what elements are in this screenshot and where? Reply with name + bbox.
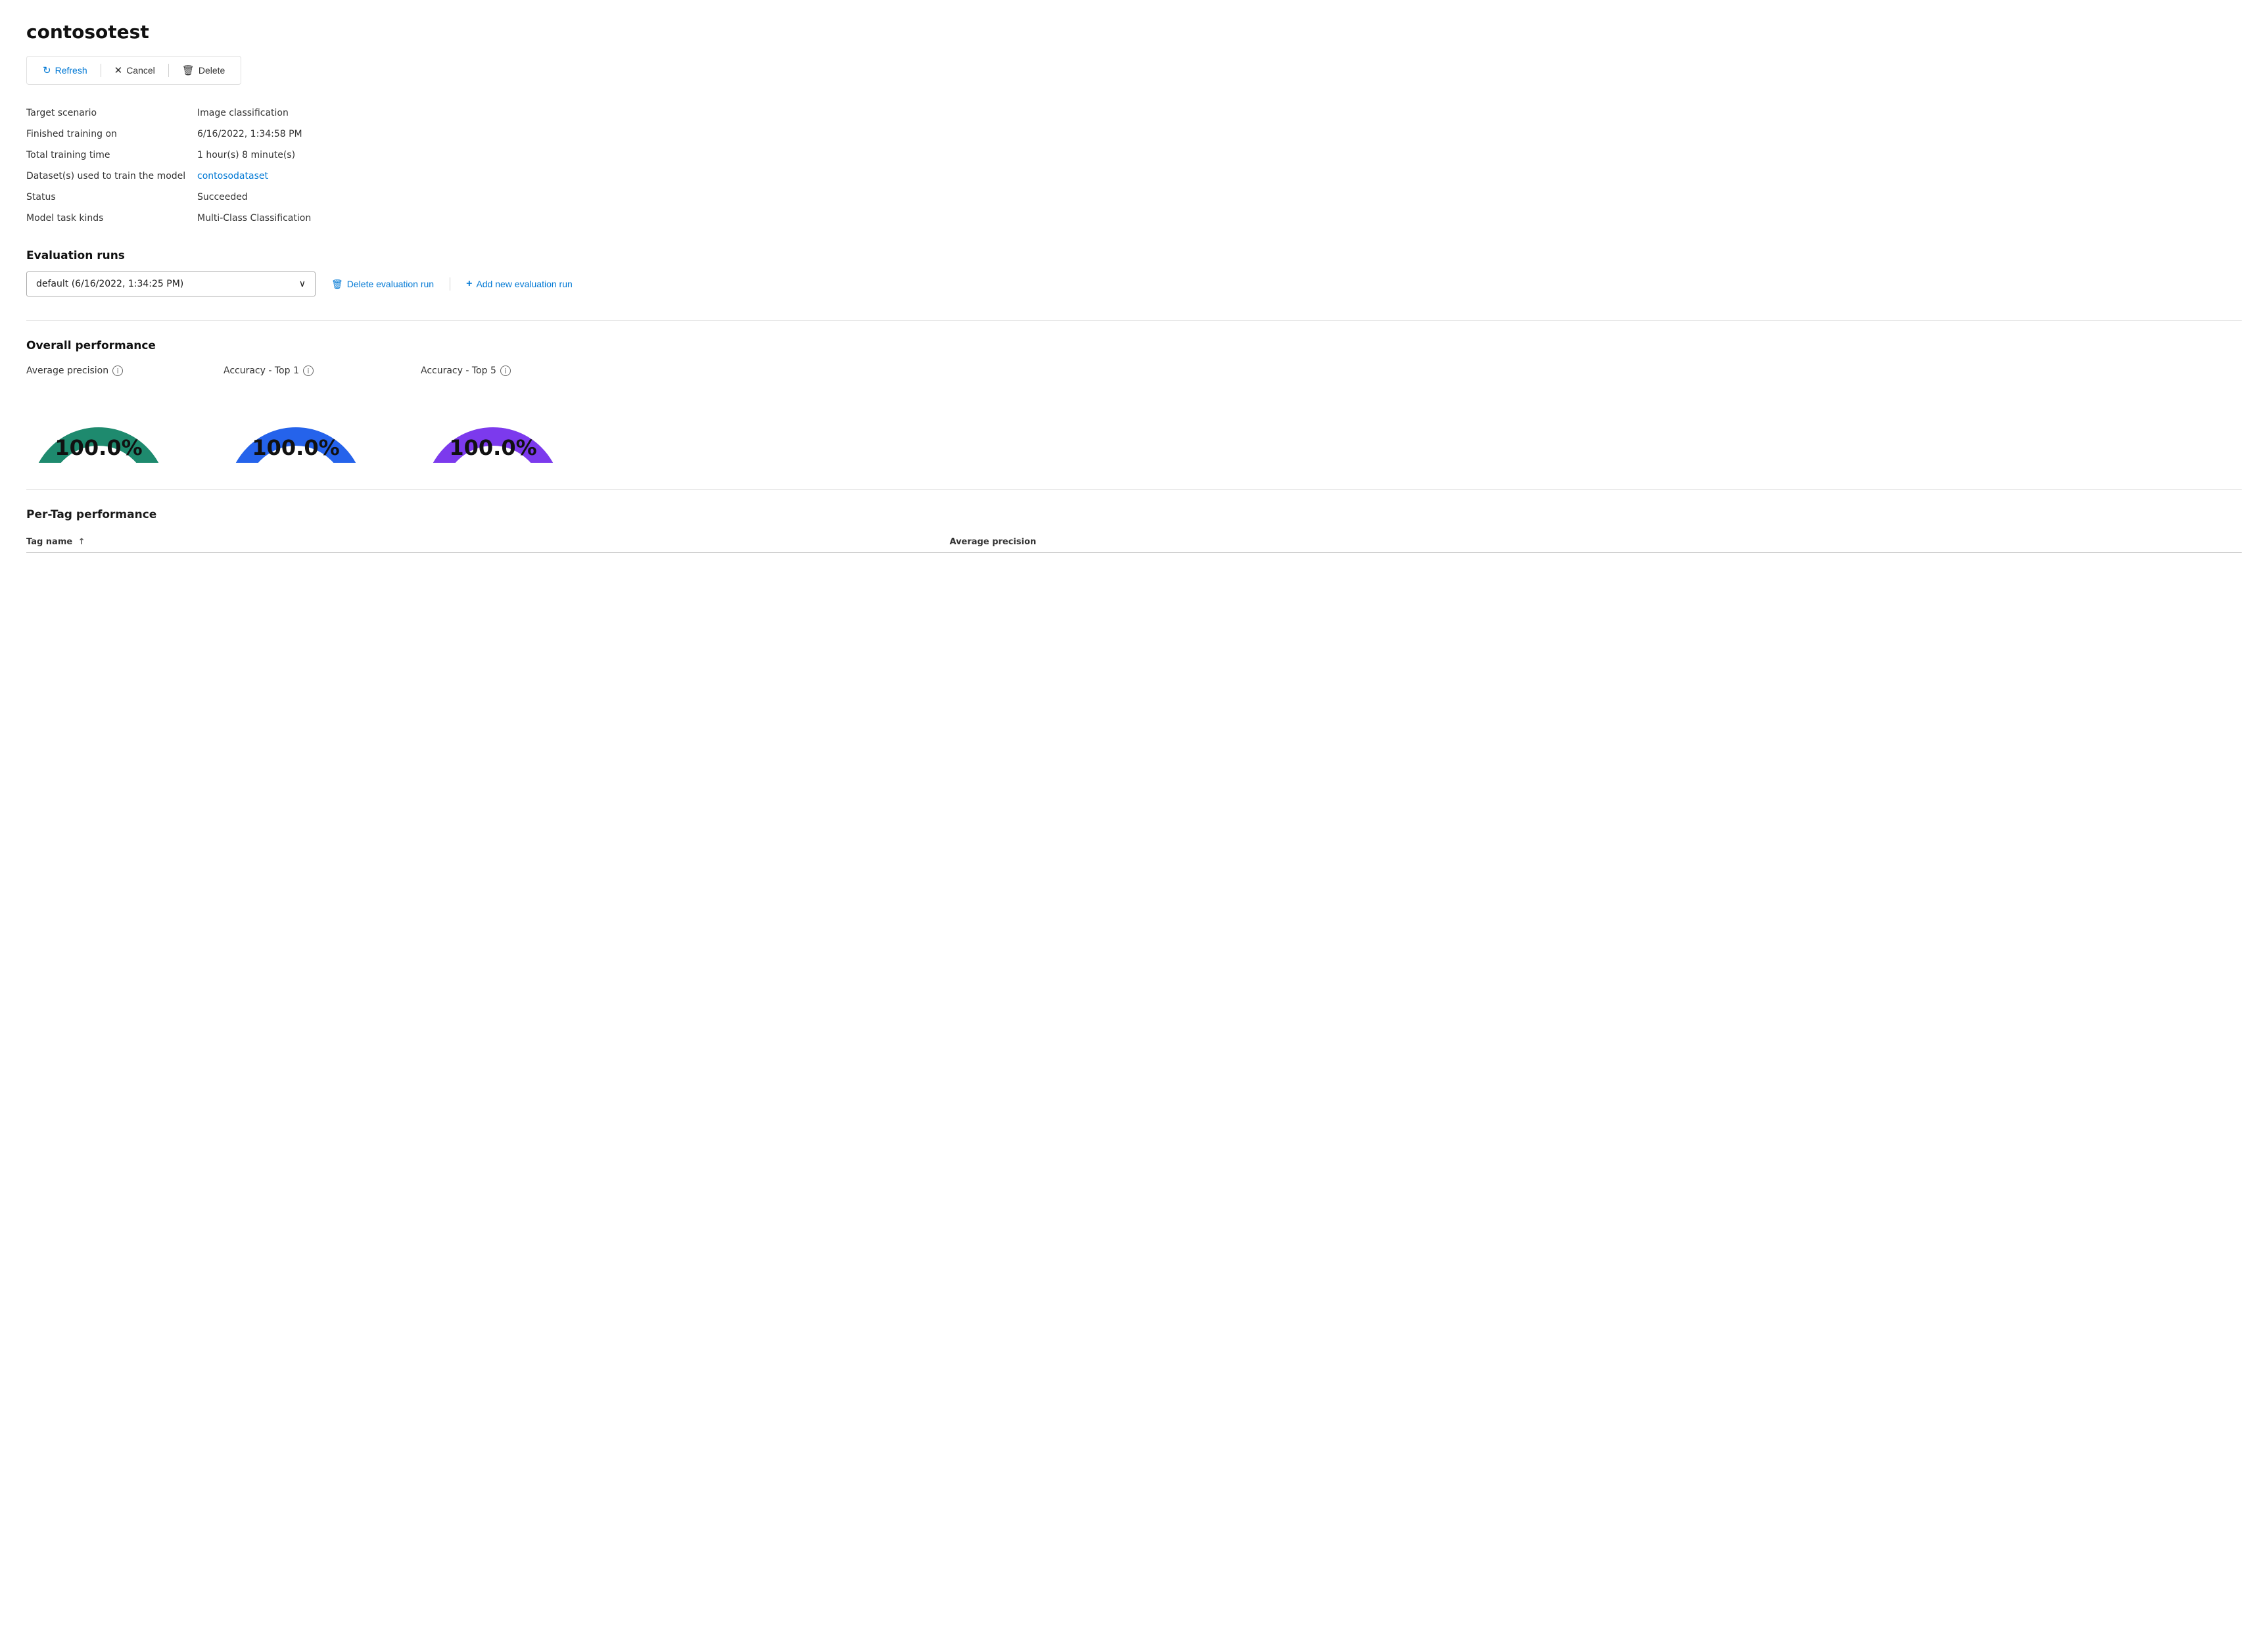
per-tag-title: Per-Tag performance	[26, 508, 2242, 521]
cancel-label: Cancel	[126, 65, 155, 76]
info-value: Image classification	[197, 106, 2242, 120]
info-label: Target scenario	[26, 106, 197, 120]
info-label: Total training time	[26, 148, 197, 162]
delete-eval-label: Delete evaluation run	[347, 279, 434, 289]
eval-dropdown[interactable]: default (6/16/2022, 1:34:25 PM) ∨	[26, 271, 316, 296]
gauge-value: 100.0%	[449, 435, 536, 460]
info-value: Multi-Class Classification	[197, 211, 2242, 225]
refresh-button[interactable]: ↻ Refresh	[35, 60, 95, 80]
overall-performance-title: Overall performance	[26, 339, 2242, 352]
info-value: 1 hour(s) 8 minute(s)	[197, 148, 2242, 162]
refresh-label: Refresh	[55, 65, 87, 76]
toolbar-separator-2	[168, 64, 169, 77]
gauge-label: Average precision i	[26, 365, 123, 376]
evaluation-runs-section: Evaluation runs default (6/16/2022, 1:34…	[26, 249, 2242, 296]
eval-actions: 🗑 Delete evaluation run + Add new evalua…	[331, 277, 573, 291]
add-eval-icon: +	[466, 278, 472, 290]
info-label: Model task kinds	[26, 211, 197, 225]
gauge-wrapper: 100.0%	[26, 384, 171, 463]
sort-arrow-icon: ↑	[75, 537, 85, 547]
gauge-value: 100.0%	[55, 435, 142, 460]
info-icon[interactable]: i	[112, 365, 123, 376]
add-eval-label: Add new evaluation run	[476, 279, 572, 289]
overall-performance-section: Overall performance Average precision i 1…	[26, 339, 2242, 463]
table-column-header[interactable]: Tag name ↑	[26, 532, 949, 553]
gauge-value: 100.0%	[252, 435, 339, 460]
info-label: Finished training on	[26, 127, 197, 141]
table-column-header: Average precision	[949, 532, 2242, 553]
cancel-button[interactable]: ✕ Cancel	[106, 60, 163, 80]
section-divider	[26, 320, 2242, 321]
delete-button[interactable]: 🗑 Delete	[174, 60, 233, 80]
toolbar: ↻ Refresh ✕ Cancel 🗑 Delete	[26, 56, 241, 85]
gauge-wrapper: 100.0%	[421, 384, 565, 463]
section-divider-2	[26, 489, 2242, 490]
gauge-label: Accuracy - Top 1 i	[224, 365, 314, 376]
info-icon[interactable]: i	[500, 365, 511, 376]
eval-dropdown-value: default (6/16/2022, 1:34:25 PM)	[36, 279, 183, 289]
info-value: 6/16/2022, 1:34:58 PM	[197, 127, 2242, 141]
add-eval-run-button[interactable]: + Add new evaluation run	[466, 278, 573, 290]
gauge-wrapper: 100.0%	[224, 384, 368, 463]
eval-runs-row: default (6/16/2022, 1:34:25 PM) ∨ 🗑 Dele…	[26, 271, 2242, 296]
delete-eval-icon: 🗑	[331, 279, 343, 290]
info-label: Dataset(s) used to train the model	[26, 169, 197, 183]
gauge-container: Average precision i 100.0%	[26, 365, 171, 463]
gauge-container: Accuracy - Top 5 i 100.0%	[421, 365, 565, 463]
page-title: contosotest	[26, 21, 2242, 43]
per-tag-performance-section: Per-Tag performance Tag name ↑Average pr…	[26, 508, 2242, 553]
delete-icon: 🗑	[182, 64, 195, 76]
gauge-label: Accuracy - Top 5 i	[421, 365, 511, 376]
info-grid: Target scenarioImage classificationFinis…	[26, 106, 2242, 225]
per-tag-table: Tag name ↑Average precision	[26, 532, 2242, 553]
delete-label: Delete	[199, 65, 225, 76]
table-header-row: Tag name ↑Average precision	[26, 532, 2242, 553]
gauges-row: Average precision i100.0%Accuracy - Top …	[26, 365, 2242, 463]
evaluation-runs-title: Evaluation runs	[26, 249, 2242, 262]
info-label: Status	[26, 190, 197, 204]
info-value[interactable]: contosodataset	[197, 169, 2242, 183]
chevron-down-icon: ∨	[299, 279, 306, 289]
info-value: Succeeded	[197, 190, 2242, 204]
refresh-icon: ↻	[43, 64, 51, 76]
cancel-icon: ✕	[114, 64, 123, 76]
gauge-container: Accuracy - Top 1 i 100.0%	[224, 365, 368, 463]
delete-eval-run-button[interactable]: 🗑 Delete evaluation run	[331, 279, 434, 290]
info-icon[interactable]: i	[303, 365, 314, 376]
